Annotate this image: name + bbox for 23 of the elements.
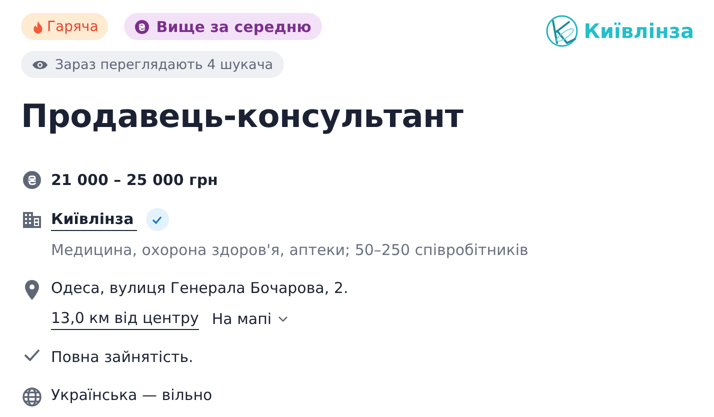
company-link[interactable]: Київлінза — [51, 208, 137, 231]
address-text: Одеса, вулиця Генерала Бочарова, 2. — [51, 278, 348, 299]
language-text: Українська — вільно — [51, 385, 212, 406]
hryvnia-icon — [23, 171, 41, 189]
badge: Вище за середню — [124, 13, 322, 40]
job-title: Продавець-консультант — [21, 96, 464, 137]
globe-icon — [22, 387, 42, 407]
employment-text: Повна зайнятість. — [51, 347, 194, 368]
checkmark-icon — [24, 349, 40, 361]
salary-text: 21 000 – 25 000 грн — [51, 170, 218, 191]
location-pin-icon — [25, 280, 39, 300]
chevron-down-icon — [278, 316, 288, 322]
check-icon — [152, 216, 162, 224]
eye-icon — [32, 58, 48, 70]
viewers-badge: Зараз переглядають 4 шукача — [21, 51, 284, 78]
badge: Гаряча — [21, 13, 108, 40]
map-link[interactable]: На мапі — [212, 308, 288, 330]
building-icon — [22, 211, 42, 229]
logo-text: Київлінза — [584, 19, 694, 43]
flame-icon — [31, 20, 45, 34]
hryvnia-icon — [135, 20, 150, 34]
distance-link[interactable]: 13,0 км від центру — [51, 307, 199, 330]
company-description: Медицина, охорона здоров'я, аптеки; 50–250 співробітників — [51, 240, 528, 261]
